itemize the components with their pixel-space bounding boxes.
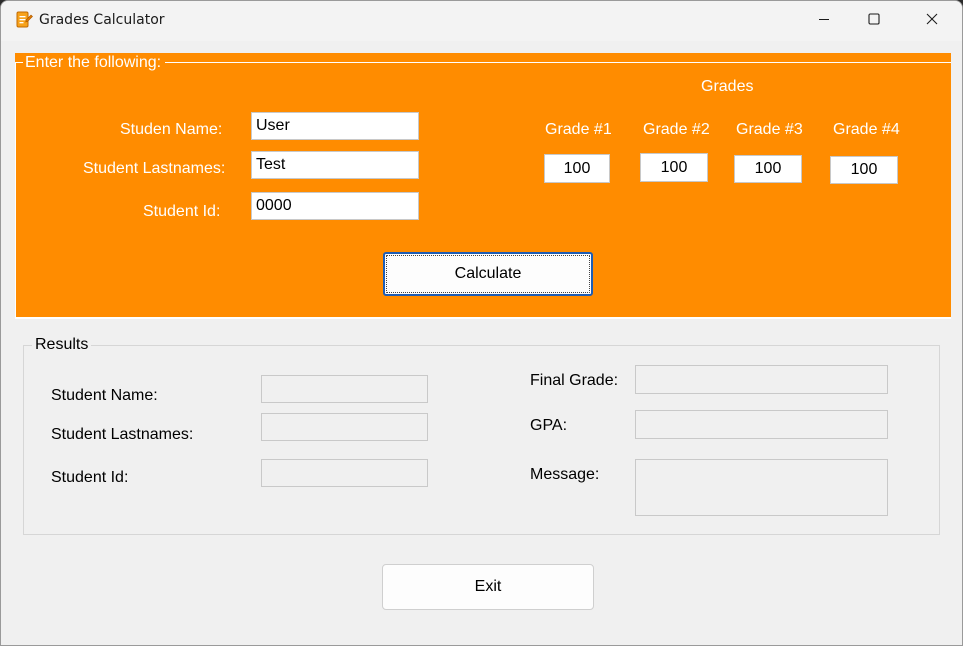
student-lastnames-input[interactable] <box>251 151 419 179</box>
result-lastnames-label: Student Lastnames: <box>51 426 194 443</box>
student-name-input[interactable] <box>251 112 419 140</box>
calculate-button[interactable]: Calculate <box>383 252 593 296</box>
final-grade-field[interactable] <box>635 365 888 394</box>
grade-1-label: Grade #1 <box>545 121 612 138</box>
student-lastnames-label: Student Lastnames: <box>83 160 226 177</box>
maximize-button[interactable] <box>851 1 897 41</box>
student-id-label: Student Id: <box>143 203 221 220</box>
student-id-input[interactable] <box>251 192 419 220</box>
result-id-field[interactable] <box>261 459 428 487</box>
grade-2-input[interactable] <box>640 153 708 182</box>
message-field[interactable] <box>635 459 888 516</box>
minimize-button[interactable] <box>801 1 847 41</box>
exit-button-label: Exit <box>474 578 502 595</box>
message-label: Message: <box>530 466 600 483</box>
gpa-label: GPA: <box>530 417 568 434</box>
results-group: Results Student Name: Student Lastnames:… <box>23 336 940 535</box>
final-grade-label: Final Grade: <box>530 372 619 389</box>
maximize-icon <box>868 12 880 30</box>
title-bar[interactable]: Grades Calculator <box>1 1 962 41</box>
grade-3-input[interactable] <box>734 155 802 183</box>
notepad-edit-icon <box>15 11 33 29</box>
result-id-label: Student Id: <box>51 469 129 486</box>
grades-heading: Grades <box>701 78 754 95</box>
results-legend: Results <box>32 336 92 354</box>
app-window: Grades Calculator Enter the following: S… <box>0 0 963 646</box>
result-lastnames-field[interactable] <box>261 413 428 441</box>
close-button[interactable] <box>909 1 955 41</box>
focus-rect <box>386 255 590 293</box>
input-panel-legend: Enter the following: <box>23 54 166 72</box>
grade-4-input[interactable] <box>830 156 898 184</box>
exit-button[interactable]: Exit <box>382 564 594 610</box>
close-icon <box>926 12 938 30</box>
gpa-field[interactable] <box>635 410 888 439</box>
panel-frame-line <box>15 317 951 319</box>
window-title: Grades Calculator <box>39 12 165 28</box>
grade-1-input[interactable] <box>544 154 610 183</box>
student-name-label: Studen Name: <box>120 121 223 138</box>
grade-3-label: Grade #3 <box>736 121 803 138</box>
input-panel: Enter the following: Studen Name: Studen… <box>15 53 951 319</box>
result-name-label: Student Name: <box>51 387 158 404</box>
grade-4-label: Grade #4 <box>833 121 900 138</box>
minimize-icon <box>818 12 830 30</box>
result-name-field[interactable] <box>261 375 428 403</box>
grade-2-label: Grade #2 <box>643 121 710 138</box>
panel-frame-line <box>15 62 16 319</box>
